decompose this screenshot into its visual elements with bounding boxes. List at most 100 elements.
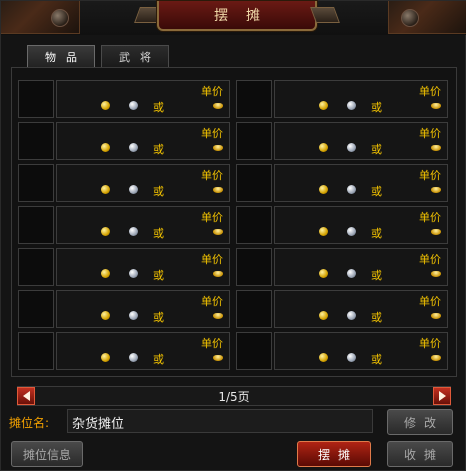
item-slot[interactable]: 单价或	[18, 290, 230, 328]
unit-price-label: 单价	[419, 211, 441, 224]
gold-coin-icon	[319, 101, 328, 110]
item-slot[interactable]: 单价或	[236, 332, 448, 370]
item-slot[interactable]: 单价或	[18, 122, 230, 160]
item-icon-box[interactable]	[18, 122, 54, 160]
gold-coin-icon	[319, 311, 328, 320]
unit-price-label: 单价	[201, 295, 223, 308]
or-label: 或	[153, 101, 164, 114]
item-price-box: 单价或	[56, 290, 230, 328]
arrow-right-icon	[438, 391, 446, 401]
or-label: 或	[371, 101, 382, 114]
tab-items[interactable]: 物品	[27, 45, 95, 67]
gold-ingot-icon	[213, 271, 223, 277]
gold-ingot-icon	[431, 271, 441, 277]
gold-coin-icon	[101, 269, 110, 278]
silver-coin-icon	[347, 101, 356, 110]
item-icon-box[interactable]	[236, 122, 272, 160]
or-label: 或	[371, 311, 382, 324]
gold-coin-icon	[319, 269, 328, 278]
item-slot[interactable]: 单价或	[236, 122, 448, 160]
or-label: 或	[153, 185, 164, 198]
title-plate: 摆摊	[157, 1, 317, 31]
gold-ingot-icon	[431, 103, 441, 109]
set-stall-button[interactable]: 摆摊	[297, 441, 371, 467]
gold-coin-icon	[319, 227, 328, 236]
unit-price-label: 单价	[201, 169, 223, 182]
item-icon-box[interactable]	[236, 164, 272, 202]
page-indicator: 1/5页	[218, 390, 250, 404]
or-label: 或	[371, 143, 382, 156]
item-slot[interactable]: 单价或	[18, 164, 230, 202]
item-icon-box[interactable]	[236, 290, 272, 328]
stud-icon	[51, 9, 69, 27]
silver-coin-icon	[129, 311, 138, 320]
window-title: 摆摊	[214, 8, 278, 24]
item-price-box: 单价或	[274, 80, 448, 118]
item-price-box: 单价或	[274, 206, 448, 244]
item-icon-box[interactable]	[236, 248, 272, 286]
or-label: 或	[153, 311, 164, 324]
item-price-box: 单价或	[274, 164, 448, 202]
item-icon-box[interactable]	[18, 332, 54, 370]
item-slot[interactable]: 单价或	[18, 248, 230, 286]
silver-coin-icon	[129, 185, 138, 194]
stall-name-input[interactable]: 杂货摊位	[67, 409, 373, 433]
item-icon-box[interactable]	[236, 332, 272, 370]
close-stall-button[interactable]: 收摊	[387, 441, 453, 467]
next-page-button[interactable]	[433, 387, 451, 405]
modify-button[interactable]: 修改	[387, 409, 453, 435]
silver-coin-icon	[347, 269, 356, 278]
item-icon-box[interactable]	[18, 206, 54, 244]
item-icon-box[interactable]	[18, 164, 54, 202]
title-wing-right	[310, 7, 340, 23]
gold-ingot-icon	[213, 313, 223, 319]
item-price-box: 单价或	[56, 206, 230, 244]
item-icon-box[interactable]	[18, 80, 54, 118]
unit-price-label: 单价	[201, 127, 223, 140]
gold-coin-icon	[319, 353, 328, 362]
item-slot[interactable]: 单价或	[236, 80, 448, 118]
silver-coin-icon	[347, 143, 356, 152]
or-label: 或	[153, 143, 164, 156]
gold-ingot-icon	[431, 229, 441, 235]
unit-price-label: 单价	[201, 337, 223, 350]
or-label: 或	[371, 353, 382, 366]
silver-coin-icon	[129, 143, 138, 152]
item-slot[interactable]: 单价或	[18, 80, 230, 118]
corner-ornament-left	[1, 1, 80, 34]
item-slot[interactable]: 单价或	[236, 290, 448, 328]
or-label: 或	[153, 353, 164, 366]
stall-info-button[interactable]: 摊位信息	[11, 441, 83, 467]
unit-price-label: 单价	[419, 337, 441, 350]
title-bar: 摆摊	[1, 1, 466, 35]
or-label: 或	[371, 269, 382, 282]
unit-price-label: 单价	[419, 253, 441, 266]
item-slot[interactable]: 单价或	[236, 164, 448, 202]
item-icon-box[interactable]	[18, 248, 54, 286]
unit-price-label: 单价	[201, 85, 223, 98]
or-label: 或	[153, 269, 164, 282]
item-icon-box[interactable]	[236, 80, 272, 118]
unit-price-label: 单价	[419, 127, 441, 140]
item-icon-box[interactable]	[236, 206, 272, 244]
or-label: 或	[371, 185, 382, 198]
silver-coin-icon	[347, 227, 356, 236]
item-slot[interactable]: 单价或	[18, 206, 230, 244]
tab-generals[interactable]: 武将	[101, 45, 169, 67]
gold-coin-icon	[101, 143, 110, 152]
item-price-box: 单价或	[274, 248, 448, 286]
gold-ingot-icon	[431, 355, 441, 361]
gold-coin-icon	[319, 185, 328, 194]
item-slot[interactable]: 单价或	[236, 248, 448, 286]
unit-price-label: 单价	[419, 295, 441, 308]
item-slot-grid: 单价或单价或单价或单价或单价或单价或单价或单价或单价或单价或单价或单价或单价或单…	[11, 67, 457, 377]
item-slot[interactable]: 单价或	[236, 206, 448, 244]
silver-coin-icon	[347, 353, 356, 362]
item-slot[interactable]: 单价或	[18, 332, 230, 370]
item-icon-box[interactable]	[18, 290, 54, 328]
gold-ingot-icon	[213, 103, 223, 109]
gold-coin-icon	[101, 353, 110, 362]
gold-coin-icon	[101, 101, 110, 110]
gold-coin-icon	[101, 311, 110, 320]
gold-ingot-icon	[213, 229, 223, 235]
